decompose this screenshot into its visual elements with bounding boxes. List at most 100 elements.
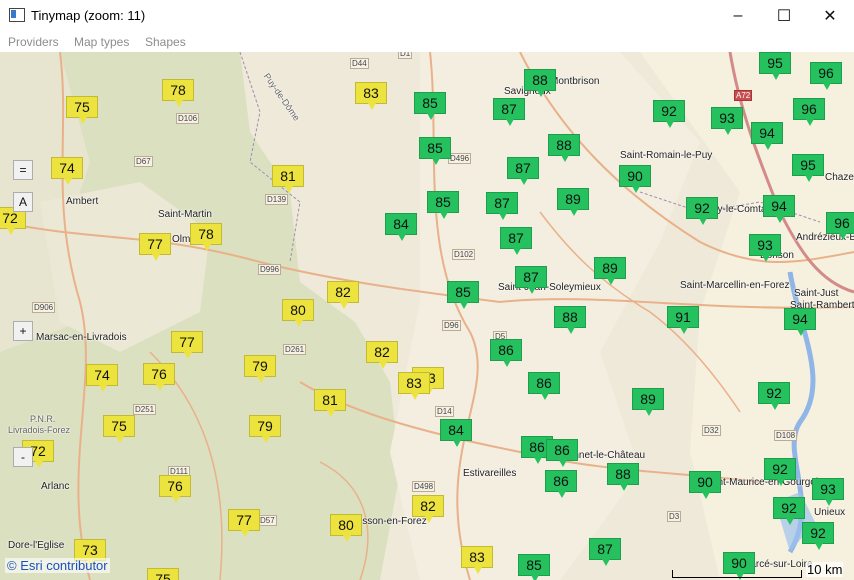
- menu-shapes[interactable]: Shapes: [145, 35, 186, 49]
- sensor-marker[interactable]: 88: [607, 463, 639, 491]
- sensor-marker[interactable]: 89: [594, 257, 626, 285]
- minimize-button[interactable]: –: [715, 0, 761, 31]
- sensor-marker[interactable]: 76: [159, 475, 191, 503]
- road-label: D67: [134, 156, 153, 167]
- sensor-marker[interactable]: 76: [143, 363, 175, 391]
- sensor-marker[interactable]: 77: [171, 331, 203, 359]
- sensor-marker[interactable]: 88: [524, 69, 556, 97]
- place-label: Arlanc: [41, 481, 70, 492]
- place-label: Dore-l'Eglise: [8, 540, 65, 551]
- sensor-marker[interactable]: 94: [763, 195, 795, 223]
- sensor-marker[interactable]: 92: [758, 382, 790, 410]
- sensor-marker[interactable]: 90: [689, 471, 721, 499]
- app-icon: [9, 8, 25, 22]
- map-view[interactable]: Ambert Saint-Martin Olm Marsac-en-Livrad…: [0, 52, 854, 580]
- attribution-link[interactable]: © Esri contributor: [5, 558, 110, 573]
- sensor-marker[interactable]: 91: [667, 306, 699, 334]
- road-label: D106: [176, 113, 200, 124]
- menu-map-types[interactable]: Map types: [74, 35, 129, 49]
- sensor-marker[interactable]: 82: [412, 495, 444, 523]
- sensor-marker[interactable]: 86: [528, 372, 560, 400]
- sensor-marker[interactable]: 75: [103, 415, 135, 443]
- sensor-marker[interactable]: 74: [51, 157, 83, 185]
- sensor-marker[interactable]: 80: [330, 514, 362, 542]
- place-label: Unieux: [814, 507, 846, 518]
- sensor-marker[interactable]: 94: [751, 122, 783, 150]
- place-label: Chazelles: [825, 172, 854, 183]
- sensor-marker[interactable]: 95: [759, 52, 791, 80]
- sensor-marker[interactable]: 78: [190, 223, 222, 251]
- sensor-marker[interactable]: 81: [272, 165, 304, 193]
- sensor-marker[interactable]: 95: [792, 154, 824, 182]
- sensor-marker[interactable]: 78: [162, 79, 194, 107]
- zoom-in-button[interactable]: +: [13, 321, 33, 341]
- close-button[interactable]: ✕: [807, 0, 853, 31]
- sensor-marker[interactable]: 88: [548, 134, 580, 162]
- sensor-marker[interactable]: 83: [398, 372, 430, 400]
- sensor-marker[interactable]: 87: [515, 266, 547, 294]
- sensor-marker[interactable]: 83: [355, 82, 387, 110]
- sensor-marker[interactable]: 85: [414, 92, 446, 120]
- sensor-marker[interactable]: 81: [314, 389, 346, 417]
- road-label: D14: [435, 406, 454, 417]
- zoom-auto-button[interactable]: A: [13, 192, 33, 212]
- sensor-marker[interactable]: 86: [546, 439, 578, 467]
- sensor-marker[interactable]: 93: [749, 234, 781, 262]
- sensor-marker[interactable]: 75: [66, 96, 98, 124]
- sensor-marker[interactable]: 85: [427, 191, 459, 219]
- sensor-marker[interactable]: 96: [826, 212, 854, 240]
- sensor-marker[interactable]: 89: [557, 188, 589, 216]
- sensor-marker[interactable]: 96: [793, 98, 825, 126]
- sensor-marker[interactable]: 82: [327, 281, 359, 309]
- sensor-marker[interactable]: 83: [461, 546, 493, 574]
- place-label: Saint-Romain-le-Puy: [620, 150, 713, 161]
- sensor-marker[interactable]: 86: [490, 339, 522, 367]
- scale-bar: [672, 570, 802, 578]
- road-label: D996: [258, 264, 282, 275]
- sensor-marker[interactable]: 93: [711, 107, 743, 135]
- sensor-marker[interactable]: 74: [86, 364, 118, 392]
- sensor-marker[interactable]: 82: [366, 341, 398, 369]
- sensor-marker[interactable]: 96: [810, 62, 842, 90]
- road-label: D139: [265, 194, 289, 205]
- sensor-marker[interactable]: 80: [282, 299, 314, 327]
- sensor-marker[interactable]: 87: [500, 227, 532, 255]
- sensor-marker[interactable]: 87: [486, 192, 518, 220]
- sensor-marker[interactable]: 85: [447, 281, 479, 309]
- sensor-marker[interactable]: 92: [653, 100, 685, 128]
- sensor-marker[interactable]: 85: [419, 137, 451, 165]
- sensor-marker[interactable]: 94: [784, 308, 816, 336]
- road-label: D3: [667, 511, 682, 522]
- sensor-marker[interactable]: 92: [773, 497, 805, 525]
- scale-label: 10 km: [806, 562, 844, 577]
- road-label: D251: [133, 404, 157, 415]
- sensor-marker[interactable]: 92: [686, 197, 718, 225]
- road-label: D32: [702, 425, 721, 436]
- road-label: D496: [448, 153, 472, 164]
- sensor-marker[interactable]: 88: [554, 306, 586, 334]
- sensor-marker[interactable]: 90: [619, 165, 651, 193]
- sensor-marker[interactable]: 77: [139, 233, 171, 261]
- sensor-marker[interactable]: 87: [507, 157, 539, 185]
- sensor-marker[interactable]: 84: [385, 213, 417, 241]
- sensor-marker[interactable]: 86: [545, 470, 577, 498]
- sensor-marker[interactable]: 87: [589, 538, 621, 566]
- place-label: Montbrison: [550, 76, 600, 87]
- sensor-marker[interactable]: 79: [249, 415, 281, 443]
- sensor-marker[interactable]: 93: [812, 478, 844, 506]
- sensor-marker[interactable]: 84: [440, 419, 472, 447]
- sensor-marker[interactable]: 79: [244, 355, 276, 383]
- menu-providers[interactable]: Providers: [8, 35, 59, 49]
- sensor-marker[interactable]: 75: [147, 568, 179, 580]
- zoom-reset-button[interactable]: =: [13, 160, 33, 180]
- zoom-out-button[interactable]: -: [13, 447, 33, 467]
- sensor-marker[interactable]: 77: [228, 509, 260, 537]
- place-label: Saint-Jean-Soleymieux: [498, 282, 601, 293]
- maximize-button[interactable]: ☐: [761, 0, 807, 31]
- sensor-marker[interactable]: 89: [632, 388, 664, 416]
- road-label: D261: [283, 344, 307, 355]
- sensor-marker[interactable]: 85: [518, 554, 550, 580]
- sensor-marker[interactable]: 92: [764, 458, 796, 486]
- sensor-marker[interactable]: 87: [493, 98, 525, 126]
- sensor-marker[interactable]: 92: [802, 522, 834, 550]
